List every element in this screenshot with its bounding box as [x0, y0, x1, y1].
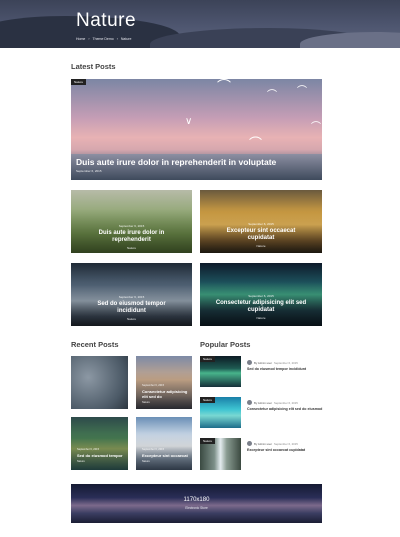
breadcrumb-current: Nature — [120, 37, 132, 41]
post-title[interactable]: Excepteur sint occaecat cupidatat — [200, 228, 322, 242]
post-title[interactable]: Duis aute irure dolor in reprehenderit — [71, 230, 192, 244]
post-title[interactable]: Consectetur adipisicing elit sed do — [142, 389, 188, 399]
category-badge[interactable]: Nature — [200, 397, 216, 403]
post-author[interactable]: By Admin user — [254, 442, 272, 446]
post-title[interactable]: Excepteur sint occaecat — [142, 453, 188, 458]
bird-icon: ⌒ — [249, 136, 263, 151]
post-date: September 6, 2015 — [142, 384, 165, 387]
breadcrumb-separator: › — [88, 37, 90, 41]
post-card[interactable]: September 6, 2015 Consectetur adipisicin… — [200, 263, 322, 326]
recent-caption: September 6, 2015 Consectetur adipisicin… — [142, 384, 188, 404]
post-card[interactable]: September 6, 2015 Excepteur sint occaeca… — [200, 190, 322, 253]
recent-caption: September 6, 2015 Sed do eiusmod tempor … — [77, 448, 124, 463]
featured-post-card[interactable]: ⌒ ⌒ ∨ ⌒ ⌒ ⌒ Nature Duis aute irure dolor… — [71, 79, 322, 180]
category-badge[interactable]: Nature — [200, 438, 216, 444]
popular-post-info: By Admin user September 6, 2015 Excepteu… — [247, 441, 323, 453]
avatar — [247, 360, 252, 365]
banner-subtitle: Electronic Store — [185, 506, 208, 510]
post-caption: September 6, 2015 Consectetur adipisicin… — [200, 294, 322, 320]
post-date: September 6, 2015 — [274, 441, 298, 446]
post-category[interactable]: Nature — [200, 316, 322, 320]
post-category[interactable]: Nature — [71, 317, 192, 321]
page-title: Nature — [76, 10, 137, 31]
popular-post-title[interactable]: Consectetur adipisicing elit sed do eius… — [247, 407, 323, 412]
post-meta: By Admin user September 6, 2015 — [247, 400, 323, 405]
recent-caption: September 6, 2015 Excepteur sint occaeca… — [142, 448, 188, 463]
post-date: September 6, 2015 — [118, 224, 145, 228]
bird-icon: ⌒ — [267, 90, 277, 101]
bird-icon: ⌒ — [297, 86, 307, 97]
popular-posts-heading: Popular Posts — [200, 340, 251, 349]
post-caption: September 6, 2015 Duis aute irure dolor … — [71, 224, 192, 250]
popular-post-info: By Admin user September 6, 2015 Sed do e… — [247, 360, 323, 372]
post-card[interactable]: September 6, 2015 Sed do eiusmod tempor … — [71, 263, 192, 326]
breadcrumb-theme-demo[interactable]: Theme Demo — [93, 37, 114, 41]
breadcrumb-home[interactable]: Home — [76, 37, 85, 41]
featured-caption: Duis aute irure dolor in reprehenderit i… — [76, 157, 276, 173]
post-date: September 6, 2015 — [118, 295, 145, 299]
post-date: September 6, 2015 — [142, 448, 165, 451]
popular-post-thumbnail[interactable]: Nature — [200, 438, 241, 470]
post-category[interactable]: Nature — [200, 244, 322, 248]
avatar — [247, 441, 252, 446]
popular-post-title[interactable]: Sed do eiusmod tempor incididunt — [247, 367, 323, 372]
post-card[interactable]: September 6, 2015 Duis aute irure dolor … — [71, 190, 192, 253]
post-caption: September 6, 2015 Sed do eiusmod tempor … — [71, 295, 192, 321]
post-title[interactable]: Sed do eiusmod tempor — [77, 453, 124, 458]
breadcrumb: Home › Theme Demo › Nature — [76, 37, 131, 41]
post-author[interactable]: By Admin user — [254, 401, 272, 405]
post-title[interactable]: Consectetur adipisicing elit sed cupidat… — [200, 300, 322, 314]
popular-post-thumbnail[interactable]: Nature — [200, 356, 241, 387]
latest-posts-heading: Latest Posts — [71, 62, 116, 71]
post-caption: September 6, 2015 Excepteur sint occaeca… — [200, 222, 322, 248]
post-category[interactable]: Nature — [77, 460, 124, 463]
banner-size-label: 1170x180 — [183, 497, 210, 503]
page-hero: Nature Home › Theme Demo › Nature — [0, 0, 400, 48]
post-title[interactable]: Sed do eiusmod tempor incididunt — [71, 301, 192, 315]
featured-post-date: September 6, 2015 — [76, 169, 102, 173]
recent-post-card[interactable] — [71, 356, 128, 409]
featured-post-title[interactable]: Duis aute irure dolor in reprehenderit i… — [76, 157, 276, 167]
bird-icon: ∨ — [185, 116, 193, 127]
post-date: September 6, 2015 — [77, 448, 100, 451]
recent-posts-heading: Recent Posts — [71, 340, 119, 349]
recent-post-card[interactable]: September 6, 2015 Consectetur adipisicin… — [136, 356, 192, 409]
post-category[interactable]: Nature — [142, 401, 188, 404]
ad-banner[interactable]: 1170x180 Electronic Store — [71, 484, 322, 523]
bird-icon: ⌒ — [217, 79, 231, 94]
post-date: September 6, 2015 — [274, 400, 298, 405]
post-meta: By Admin user September 6, 2015 — [247, 360, 323, 365]
breadcrumb-separator: › — [116, 37, 118, 41]
avatar — [247, 400, 252, 405]
post-author[interactable]: By Admin user — [254, 361, 272, 365]
post-date: September 6, 2015 — [274, 360, 298, 365]
post-category[interactable]: Nature — [71, 246, 192, 250]
recent-post-card[interactable]: September 6, 2015 Sed do eiusmod tempor … — [71, 417, 128, 470]
post-category[interactable]: Nature — [142, 460, 188, 463]
category-badge[interactable]: Nature — [200, 356, 216, 362]
post-date: September 6, 2015 — [248, 294, 274, 298]
popular-post-title[interactable]: Excepteur sint occaecat cupidatat — [247, 448, 323, 453]
post-meta: By Admin user September 6, 2015 — [247, 441, 323, 446]
popular-post-info: By Admin user September 6, 2015 Consecte… — [247, 400, 323, 412]
bird-icon: ⌒ — [311, 122, 321, 133]
category-badge[interactable]: Nature — [71, 79, 87, 85]
popular-post-thumbnail[interactable]: Nature — [200, 397, 241, 428]
post-date: September 6, 2015 — [248, 222, 274, 226]
recent-post-card[interactable]: September 6, 2015 Excepteur sint occaeca… — [136, 417, 192, 470]
